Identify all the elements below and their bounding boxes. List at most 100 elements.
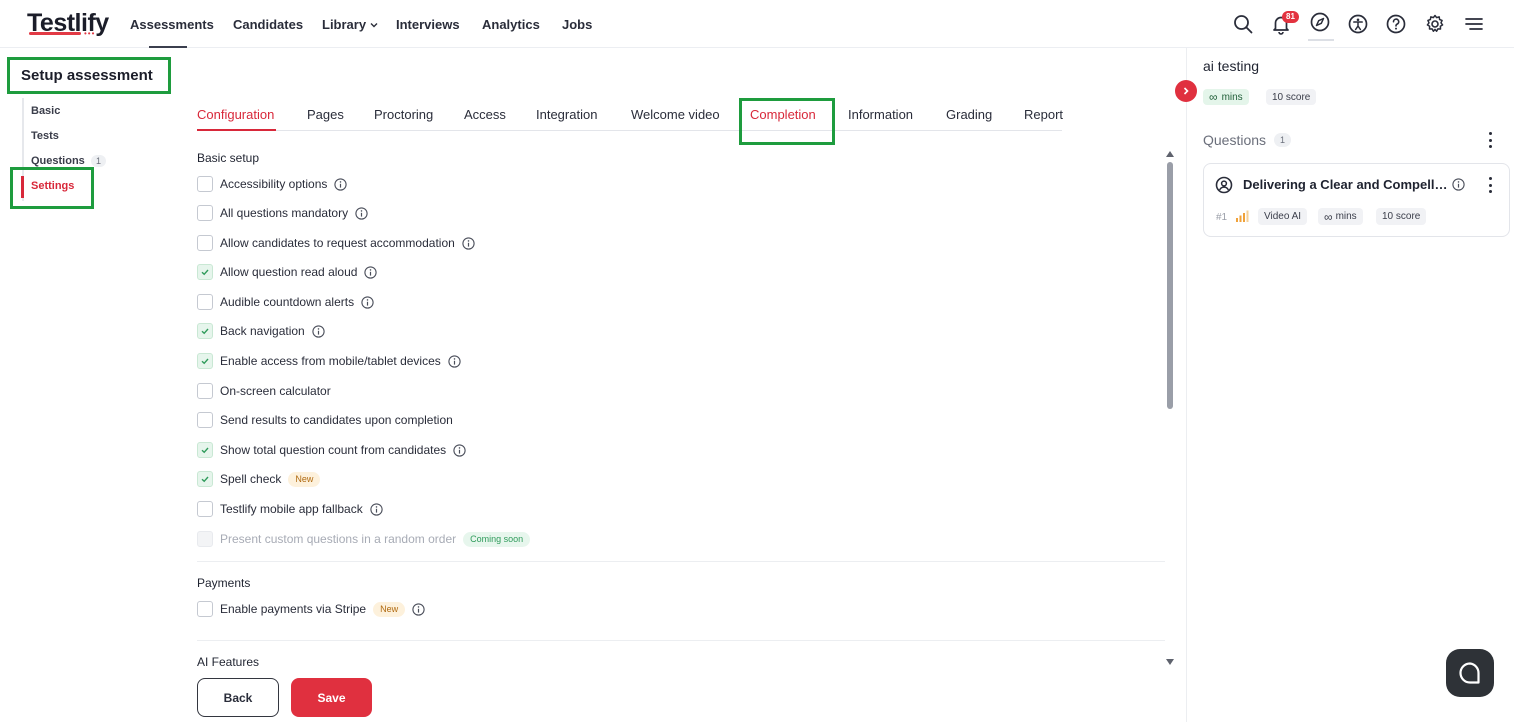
option-label: Show total question count from candidate… [220, 443, 447, 457]
info-icon[interactable] [334, 177, 348, 191]
checkbox-checked[interactable] [197, 442, 213, 458]
coming-soon-badge: Coming soon [463, 531, 531, 547]
nav-assessments[interactable]: Assessments [130, 17, 214, 32]
tab-report[interactable]: Report [1024, 107, 1063, 122]
checkbox-checked[interactable] [197, 353, 213, 369]
question-number: #1 [1216, 212, 1228, 223]
tab-active-indicator [197, 129, 276, 131]
info-icon[interactable] [364, 265, 378, 279]
checkbox[interactable] [197, 412, 213, 428]
save-button[interactable]: Save [291, 678, 372, 717]
option-show-question-count: Show total question count from candidate… [197, 441, 466, 459]
completion-tab-highlight [739, 98, 835, 145]
tab-proctoring[interactable]: Proctoring [374, 107, 433, 122]
option-label: Spell check [220, 472, 282, 486]
check-icon [201, 358, 209, 365]
option-label: Send results to candidates upon completi… [220, 413, 453, 427]
back-button[interactable]: Back [197, 678, 279, 717]
info-icon[interactable] [1452, 178, 1465, 191]
tab-pages[interactable]: Pages [307, 107, 344, 122]
gear-icon[interactable] [1424, 13, 1446, 35]
nav-analytics[interactable]: Analytics [482, 17, 540, 32]
question-more-icon[interactable] [1488, 177, 1492, 193]
sidebar-item-questions[interactable]: Questions [31, 155, 85, 167]
option-question-read-aloud: Allow question read aloud [197, 263, 378, 281]
checkbox-disabled [197, 531, 213, 547]
nav-interviews[interactable]: Interviews [396, 17, 460, 32]
chevron-right-icon [1183, 87, 1189, 95]
option-label: All questions mandatory [220, 206, 349, 220]
info-icon[interactable] [448, 354, 461, 368]
tab-configuration[interactable]: Configuration [197, 107, 274, 122]
info-icon[interactable] [361, 295, 374, 309]
option-label: Allow question read aloud [220, 265, 358, 279]
explore-active-indicator [1308, 39, 1334, 41]
checkbox-checked[interactable] [197, 471, 213, 487]
tab-access[interactable]: Access [464, 107, 506, 122]
chevron-down-icon [370, 22, 378, 27]
nav-jobs[interactable]: Jobs [562, 17, 592, 32]
tab-grading[interactable]: Grading [946, 107, 992, 122]
payments-title: Payments [197, 576, 251, 590]
questions-count: 1 [1274, 133, 1292, 147]
checkbox-checked[interactable] [197, 264, 213, 280]
checkbox[interactable] [197, 383, 213, 399]
info-icon[interactable] [412, 602, 425, 616]
option-label: On-screen calculator [220, 384, 331, 398]
checkbox[interactable] [197, 294, 213, 310]
info-icon[interactable] [453, 443, 466, 457]
menu-icon[interactable] [1463, 13, 1485, 35]
notification-count-badge: 81 [1282, 11, 1299, 23]
option-label: Audible countdown alerts [220, 295, 355, 309]
score-chip: 10 score [1266, 89, 1317, 105]
sidebar-item-basic[interactable]: Basic [31, 105, 60, 117]
nav-library[interactable]: Library [322, 17, 379, 32]
checkbox[interactable] [197, 205, 213, 221]
collapse-panel-button[interactable] [1175, 80, 1197, 102]
info-icon[interactable] [312, 324, 325, 338]
tab-welcome-video[interactable]: Welcome video [631, 107, 720, 122]
help-icon[interactable] [1385, 13, 1407, 35]
option-label: Allow candidates to request accommodatio… [220, 236, 455, 250]
question-card[interactable] [1203, 163, 1510, 237]
accessibility-icon[interactable] [1347, 13, 1369, 35]
option-label: Enable access from mobile/tablet devices [220, 354, 441, 368]
logo-dots: ••• [84, 29, 96, 38]
sidebar-item-tests[interactable]: Tests [31, 130, 59, 142]
search-icon[interactable] [1232, 13, 1254, 35]
scrollbar-thumb[interactable] [1167, 162, 1173, 409]
tab-integration[interactable]: Integration [536, 107, 597, 122]
question-duration-chip: ∞ mins [1318, 208, 1363, 225]
tab-information[interactable]: Information [848, 107, 913, 122]
info-icon[interactable] [462, 236, 475, 250]
checkbox-checked[interactable] [197, 323, 213, 339]
check-icon [201, 269, 209, 276]
info-icon[interactable] [370, 502, 383, 516]
scroll-up-arrow[interactable] [1166, 151, 1174, 157]
scroll-down-arrow[interactable] [1166, 659, 1174, 665]
option-label: Enable payments via Stripe [220, 602, 367, 616]
checkbox[interactable] [197, 176, 213, 192]
option-label: Testlify mobile app fallback [220, 502, 363, 516]
duration-label: mins [1221, 91, 1243, 103]
compass-icon[interactable] [1309, 11, 1331, 33]
option-request-accommodation: Allow candidates to request accommodatio… [197, 234, 475, 252]
assessment-name: ai testing [1203, 58, 1260, 74]
option-spell-check: Spell check New [197, 470, 321, 488]
question-duration-label: mins [1335, 211, 1357, 222]
more-options-icon[interactable] [1488, 132, 1492, 148]
sidebar-item-settings[interactable]: Settings [31, 180, 74, 192]
nav-library-label: Library [322, 17, 367, 32]
info-icon[interactable] [355, 206, 368, 220]
checkbox[interactable] [197, 501, 213, 517]
option-on-screen-calculator: On-screen calculator [197, 382, 331, 400]
option-audible-countdown-alerts: Audible countdown alerts [197, 293, 374, 311]
checkbox[interactable] [197, 235, 213, 251]
chat-support-button[interactable] [1446, 649, 1494, 697]
option-mobile-tablet-access: Enable access from mobile/tablet devices [197, 352, 461, 370]
basic-setup-title: Basic setup [197, 151, 260, 165]
chat-icon [1459, 662, 1480, 684]
duration-chip: ∞ mins [1203, 89, 1249, 105]
nav-candidates[interactable]: Candidates [233, 17, 303, 32]
checkbox[interactable] [197, 601, 213, 617]
